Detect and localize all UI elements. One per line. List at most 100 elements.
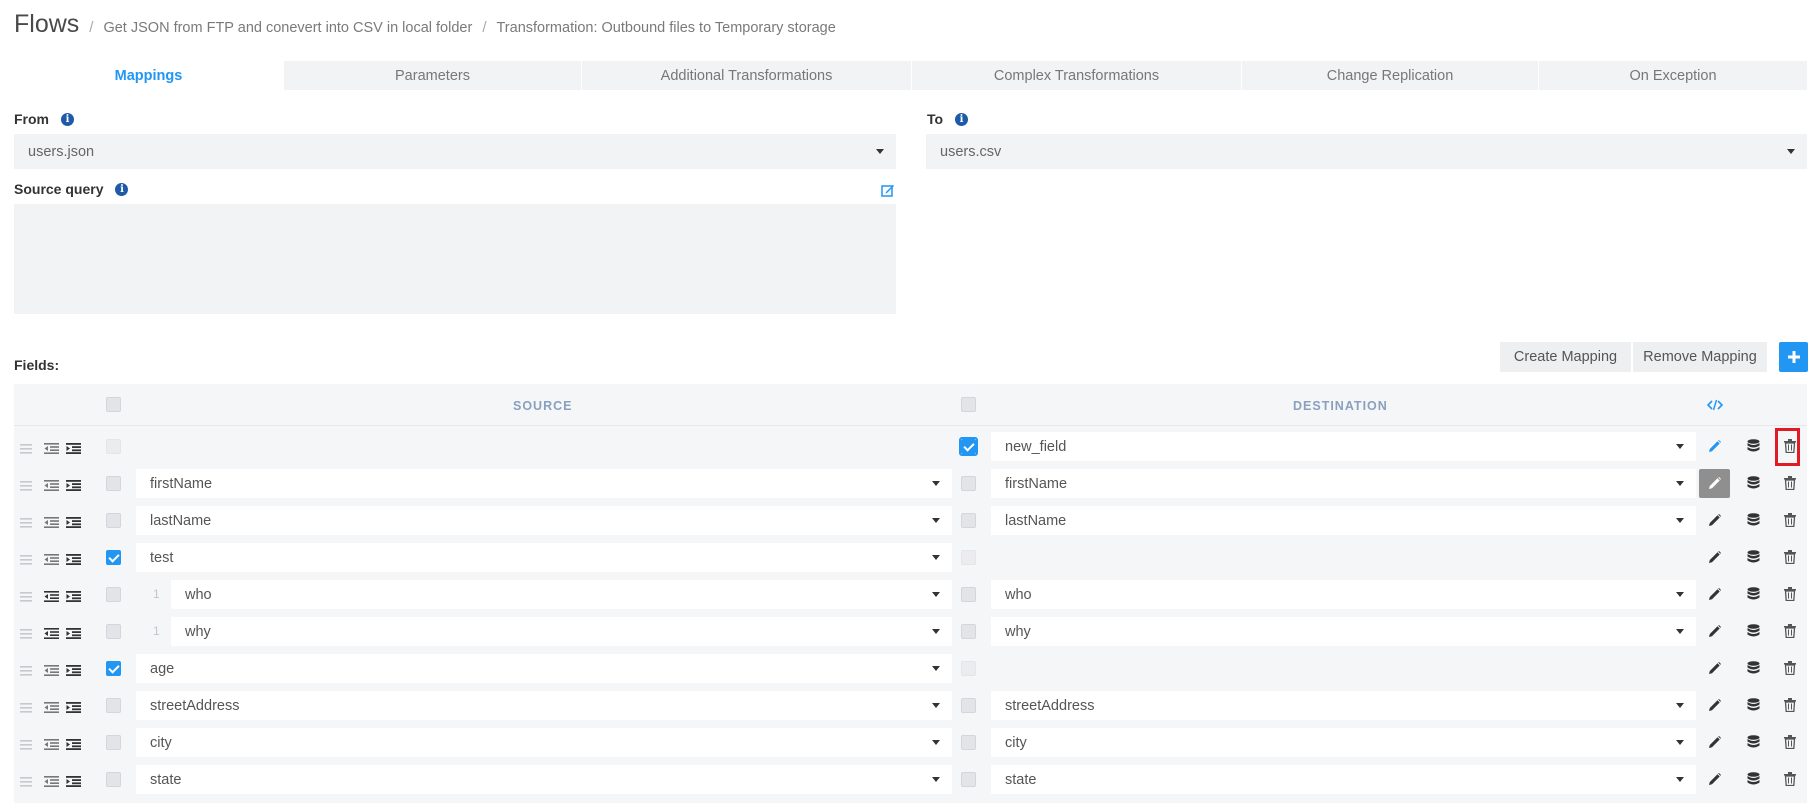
outdent-icon[interactable] [44, 626, 59, 644]
tab-complex-transformations[interactable]: Complex Transformations [912, 61, 1242, 90]
destination-checkbox[interactable] [961, 698, 976, 713]
select-all-destination-checkbox[interactable] [961, 397, 976, 412]
pencil-icon[interactable] [1708, 440, 1721, 458]
source-field-select[interactable]: why [171, 617, 952, 646]
trash-icon[interactable] [1784, 476, 1796, 495]
source-field-select[interactable]: who [171, 580, 952, 609]
to-select[interactable]: users.csv [926, 134, 1807, 169]
source-query-textarea[interactable] [14, 204, 896, 314]
add-field-button[interactable] [1779, 342, 1808, 372]
destination-checkbox[interactable] [961, 439, 976, 454]
source-field-select[interactable]: age [136, 654, 952, 683]
source-checkbox[interactable] [106, 550, 121, 565]
breadcrumb-root[interactable]: Flows [14, 10, 79, 39]
drag-handle-icon[interactable] [20, 552, 32, 570]
drag-handle-icon[interactable] [20, 700, 32, 718]
indent-icon[interactable] [66, 626, 81, 644]
outdent-icon[interactable] [44, 737, 59, 755]
drag-handle-icon[interactable] [20, 589, 32, 607]
database-icon[interactable] [1747, 513, 1760, 533]
drag-handle-icon[interactable] [20, 774, 32, 792]
database-icon[interactable] [1747, 735, 1760, 755]
indent-icon[interactable] [66, 441, 81, 459]
source-field-select[interactable]: firstName [136, 469, 952, 498]
destination-checkbox-focused[interactable] [959, 437, 978, 456]
remove-mapping-button[interactable]: Remove Mapping [1633, 342, 1767, 372]
outdent-icon[interactable] [44, 478, 59, 496]
outdent-icon[interactable] [44, 552, 59, 570]
outdent-icon[interactable] [44, 774, 59, 792]
trash-icon[interactable] [1784, 661, 1796, 680]
trash-icon[interactable] [1784, 513, 1796, 532]
source-checkbox[interactable] [106, 661, 121, 676]
database-icon[interactable] [1747, 587, 1760, 607]
tab-parameters[interactable]: Parameters [284, 61, 582, 90]
pencil-icon[interactable] [1708, 736, 1721, 754]
outdent-icon[interactable] [44, 441, 59, 459]
drag-handle-icon[interactable] [20, 626, 32, 644]
edit-query-icon[interactable] [881, 183, 895, 197]
indent-icon[interactable] [66, 552, 81, 570]
destination-field-select[interactable]: streetAddress [991, 691, 1696, 720]
pencil-icon[interactable] [1708, 625, 1721, 643]
pencil-icon[interactable] [1708, 662, 1721, 680]
tab-mappings[interactable]: Mappings [14, 61, 284, 90]
database-icon[interactable] [1747, 550, 1760, 570]
source-checkbox[interactable] [106, 772, 121, 787]
tab-change-replication[interactable]: Change Replication [1242, 61, 1539, 90]
source-field-select[interactable]: test [136, 543, 952, 572]
drag-handle-icon[interactable] [20, 441, 32, 459]
info-icon[interactable]: i [955, 112, 969, 126]
pencil-icon[interactable] [1708, 699, 1721, 717]
trash-icon[interactable] [1784, 772, 1796, 791]
drag-handle-icon[interactable] [20, 515, 32, 533]
database-icon[interactable] [1747, 439, 1760, 459]
destination-checkbox[interactable] [961, 587, 976, 602]
source-field-select[interactable]: streetAddress [136, 691, 952, 720]
code-icon[interactable] [1707, 399, 1723, 411]
destination-checkbox[interactable] [961, 661, 976, 676]
outdent-icon[interactable] [44, 663, 59, 681]
source-checkbox[interactable] [106, 587, 121, 602]
indent-icon[interactable] [66, 737, 81, 755]
destination-field-select[interactable]: new_field [991, 432, 1696, 461]
trash-icon[interactable] [1784, 735, 1796, 754]
destination-field-select[interactable]: city [991, 728, 1696, 757]
outdent-icon[interactable] [44, 700, 59, 718]
from-select[interactable]: users.json [14, 134, 896, 169]
destination-checkbox[interactable] [961, 735, 976, 750]
trash-icon[interactable] [1784, 550, 1796, 569]
breadcrumb-flow[interactable]: Get JSON from FTP and conevert into CSV … [103, 20, 472, 36]
indent-icon[interactable] [66, 700, 81, 718]
destination-checkbox[interactable] [961, 550, 976, 565]
drag-handle-icon[interactable] [20, 737, 32, 755]
outdent-icon[interactable] [44, 589, 59, 607]
destination-field-select[interactable]: why [991, 617, 1696, 646]
source-field-select[interactable]: lastName [136, 506, 952, 535]
destination-field-select[interactable]: who [991, 580, 1696, 609]
trash-icon[interactable] [1784, 587, 1796, 606]
destination-field-select[interactable]: lastName [991, 506, 1696, 535]
create-mapping-button[interactable]: Create Mapping [1500, 342, 1631, 372]
select-all-source-checkbox[interactable] [106, 397, 121, 412]
pencil-icon[interactable] [1708, 588, 1721, 606]
indent-icon[interactable] [66, 663, 81, 681]
destination-field-select[interactable]: state [991, 765, 1696, 794]
tab-on-exception[interactable]: On Exception [1539, 61, 1807, 90]
pencil-icon[interactable] [1708, 514, 1721, 532]
source-field-select[interactable]: city [136, 728, 952, 757]
indent-icon[interactable] [66, 478, 81, 496]
destination-checkbox[interactable] [961, 772, 976, 787]
trash-icon[interactable] [1784, 624, 1796, 643]
destination-checkbox[interactable] [961, 513, 976, 528]
info-icon[interactable]: i [115, 182, 129, 196]
destination-checkbox[interactable] [961, 476, 976, 491]
pencil-icon[interactable] [1708, 477, 1721, 495]
tab-additional-transformations[interactable]: Additional Transformations [582, 61, 912, 90]
database-icon[interactable] [1747, 698, 1760, 718]
indent-icon[interactable] [66, 589, 81, 607]
trash-icon[interactable] [1784, 698, 1796, 717]
indent-icon[interactable] [66, 774, 81, 792]
source-checkbox[interactable] [106, 624, 121, 639]
source-checkbox[interactable] [106, 698, 121, 713]
